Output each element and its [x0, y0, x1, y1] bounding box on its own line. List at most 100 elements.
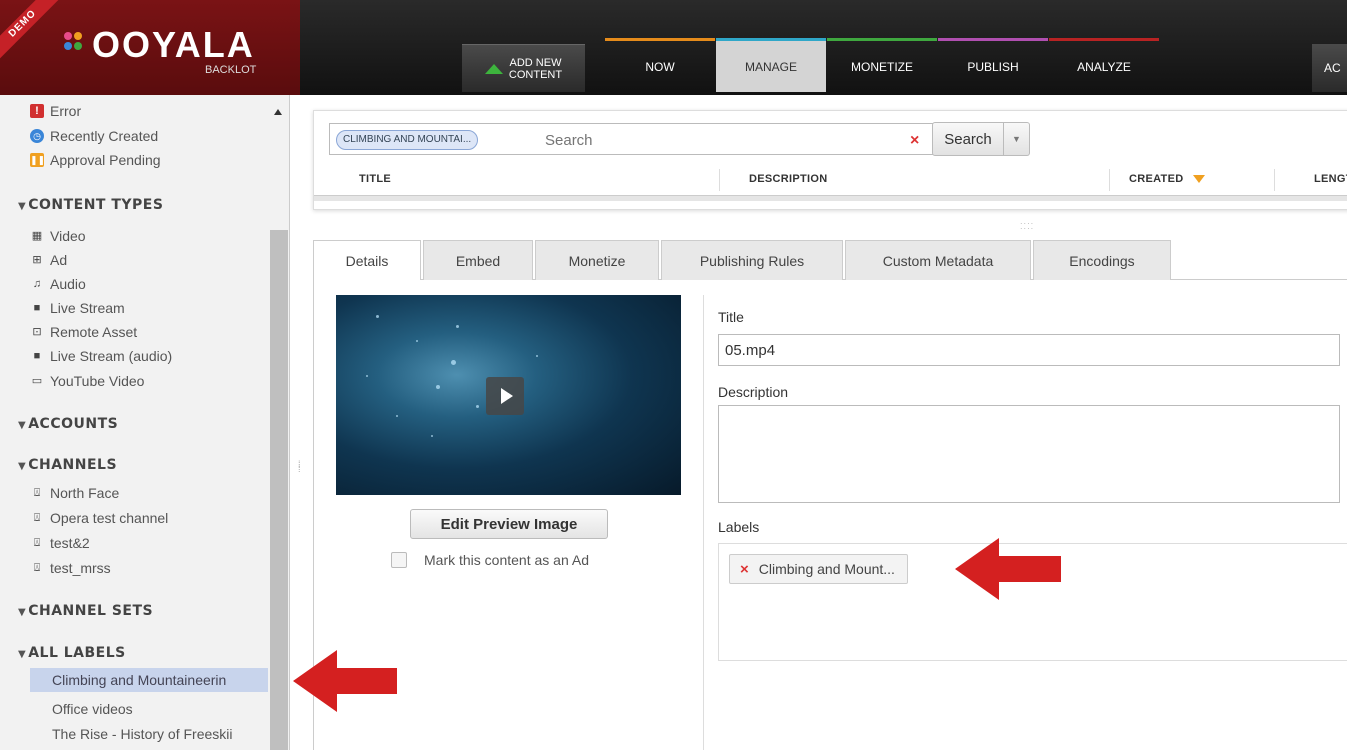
- description-textarea[interactable]: [718, 405, 1340, 503]
- sidebar-item-channel[interactable]: ⍍ test&2: [30, 535, 90, 551]
- search-filter-chip[interactable]: CLIMBING AND MOUNTAI...: [336, 130, 479, 150]
- sidebar-item-label: Opera test channel: [50, 510, 169, 526]
- tab-encodings[interactable]: Encodings: [1033, 240, 1171, 280]
- sidebar-item-recently-created[interactable]: ◷ Recently Created: [30, 128, 158, 144]
- sidebar-item-label: YouTube Video: [50, 373, 145, 389]
- sidebar-label-the-rise[interactable]: The Rise - History of Freeskii: [30, 722, 268, 746]
- sidebar-item-audio[interactable]: ♫ Audio: [30, 276, 86, 292]
- sidebar-item-video[interactable]: ▦ Video: [30, 228, 86, 244]
- detail-tabs: Details Embed Monetize Publishing Rules …: [313, 240, 1347, 281]
- video-icon: ▦: [31, 230, 43, 242]
- sidebar-item-youtube-video[interactable]: ▭ YouTube Video: [30, 373, 145, 389]
- youtube-icon: ▭: [31, 375, 43, 387]
- section-channels[interactable]: ▼ CHANNELS: [18, 457, 117, 473]
- sidebar-item-channel[interactable]: ⍍ test_mrss: [30, 560, 111, 576]
- clear-search-icon[interactable]: ×: [910, 132, 919, 150]
- sidebar-item-live-stream[interactable]: ■ Live Stream: [30, 300, 125, 316]
- sidebar-item-remote-asset[interactable]: ⊡ Remote Asset: [30, 324, 137, 340]
- tab-custom-metadata[interactable]: Custom Metadata: [845, 240, 1031, 280]
- label-chip-text: Climbing and Mount...: [758, 561, 895, 577]
- logo-area: DEMO OOYALA BACKLOT: [0, 0, 300, 95]
- mark-as-ad-checkbox[interactable]: [391, 552, 407, 568]
- tab-manage[interactable]: MANAGE: [716, 38, 826, 92]
- sidebar-item-error[interactable]: ! Error: [30, 103, 81, 119]
- column-divider: [1109, 169, 1110, 191]
- tv-icon: ⍍: [33, 562, 41, 574]
- sidebar-item-label: Approval Pending: [50, 152, 161, 168]
- column-divider: [1274, 169, 1275, 191]
- collapse-triangle-icon: ▼: [18, 461, 27, 472]
- edit-preview-image-button[interactable]: Edit Preview Image: [410, 509, 608, 539]
- sidebar-item-channel[interactable]: ⍍ Opera test channel: [30, 510, 169, 526]
- section-all-labels[interactable]: ▼ ALL LABELS: [18, 645, 126, 661]
- tab-publishing-rules[interactable]: Publishing Rules: [661, 240, 843, 280]
- search-button[interactable]: Search: [932, 122, 1004, 156]
- search-dropdown-button[interactable]: ▼: [1004, 122, 1030, 156]
- ad-icon: ⊞: [32, 254, 42, 266]
- sidebar-resize-handle[interactable]: ⁞ ⁞: [298, 460, 301, 474]
- search-box[interactable]: CLIMBING AND MOUNTAI... ×: [329, 123, 939, 155]
- scroll-up-icon[interactable]: [274, 109, 282, 115]
- camera-icon: ■: [33, 302, 41, 314]
- add-new-content-button[interactable]: ADD NEW CONTENT: [462, 44, 585, 92]
- column-header-length[interactable]: LENGT: [1314, 173, 1347, 185]
- tab-publish[interactable]: PUBLISH: [938, 38, 1048, 92]
- sidebar-item-label: test&2: [50, 535, 90, 551]
- label-chip[interactable]: × Climbing and Mount...: [729, 554, 908, 584]
- error-icon: !: [30, 104, 44, 118]
- sidebar-item-channel[interactable]: ⍍ North Face: [30, 485, 120, 501]
- labels-label: Labels: [718, 519, 760, 535]
- tab-now[interactable]: NOW: [605, 38, 715, 92]
- sidebar: ! Error ◷ Recently Created ❚❚ Approval P…: [0, 95, 290, 750]
- search-input[interactable]: [545, 130, 885, 150]
- vertical-divider: [703, 295, 704, 750]
- sidebar-item-label: North Face: [50, 485, 120, 501]
- remove-label-icon[interactable]: ×: [740, 561, 749, 578]
- sidebar-item-approval-pending[interactable]: ❚❚ Approval Pending: [30, 152, 161, 168]
- sidebar-item-ad[interactable]: ⊞ Ad: [30, 252, 67, 268]
- tab-account[interactable]: AC: [1312, 44, 1347, 92]
- ooyala-logo-icon: [64, 32, 88, 56]
- sidebar-item-label: Ad: [50, 252, 68, 268]
- sidebar-item-live-stream-audio[interactable]: ■ Live Stream (audio): [30, 348, 173, 364]
- tab-details[interactable]: Details: [313, 240, 421, 281]
- title-input[interactable]: [718, 334, 1340, 366]
- sidebar-item-label: Audio: [50, 276, 86, 292]
- description-label: Description: [718, 384, 789, 400]
- annotation-arrow-icon: [955, 538, 1063, 600]
- collapse-triangle-icon: ▼: [18, 420, 27, 431]
- clock-icon: ◷: [30, 129, 44, 143]
- section-accounts[interactable]: ▼ ACCOUNTS: [18, 416, 118, 432]
- column-header-title[interactable]: TITLE: [359, 173, 391, 185]
- tab-analyze[interactable]: ANALYZE: [1049, 38, 1159, 92]
- add-new-content-label: ADD NEW CONTENT: [508, 56, 563, 81]
- tab-monetize[interactable]: MONETIZE: [827, 38, 937, 92]
- sidebar-item-label: Error: [50, 103, 82, 119]
- app-header: DEMO OOYALA BACKLOT ADD NEW CONTENT NOW M…: [0, 0, 1347, 95]
- section-channel-sets[interactable]: ▼ CHANNEL SETS: [18, 603, 153, 619]
- tv-icon: ⍍: [33, 512, 41, 524]
- sidebar-label-climbing[interactable]: Climbing and Mountaineerin: [30, 668, 268, 692]
- section-content-types[interactable]: ▼ CONTENT TYPES: [18, 197, 163, 213]
- video-thumbnail[interactable]: [336, 295, 681, 495]
- logo-text: OOYALA: [92, 24, 255, 65]
- sidebar-item-label: Recently Created: [50, 128, 159, 144]
- sidebar-label-office-videos[interactable]: Office videos: [30, 697, 268, 721]
- sidebar-item-label: Video: [50, 228, 86, 244]
- remote-asset-icon: ⊡: [32, 326, 42, 338]
- column-header-description[interactable]: DESCRIPTION: [749, 173, 827, 185]
- sidebar-scrollbar[interactable]: [270, 230, 288, 750]
- tv-icon: ⍍: [33, 537, 41, 549]
- panel-resize-handle[interactable]: ⁚⁚⁚⁚: [1020, 222, 1034, 231]
- tab-embed[interactable]: Embed: [423, 240, 533, 280]
- sidebar-item-label: Live Stream (audio): [50, 348, 173, 364]
- tv-icon: ⍍: [33, 487, 41, 499]
- sidebar-item-label: Remote Asset: [50, 324, 138, 340]
- tab-monetize-detail[interactable]: Monetize: [535, 240, 659, 280]
- column-divider: [719, 169, 720, 191]
- play-icon: [500, 388, 513, 404]
- column-header-created[interactable]: CREATED: [1129, 173, 1206, 185]
- play-button[interactable]: [486, 377, 524, 415]
- sort-desc-icon: [1193, 175, 1206, 184]
- sidebar-item-label: Live Stream: [50, 300, 125, 316]
